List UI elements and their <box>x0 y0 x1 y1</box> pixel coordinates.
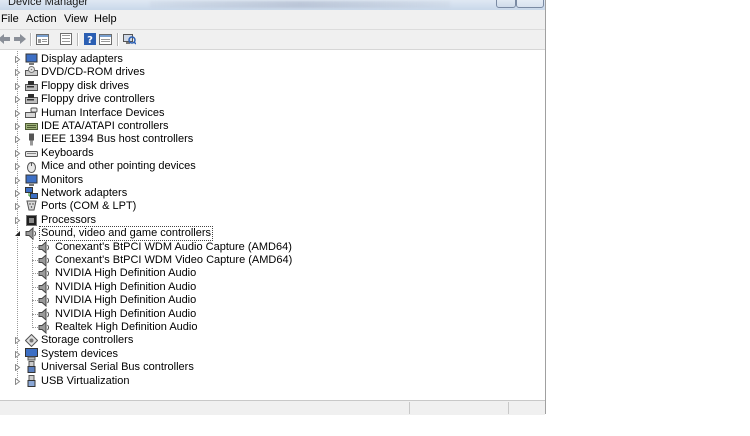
scan-hardware-icon[interactable] <box>122 32 137 46</box>
toolbar: ? <box>0 30 545 50</box>
processor-icon <box>25 214 38 227</box>
tree-item-label: Floppy drive controllers <box>41 93 155 106</box>
maximize-button[interactable] <box>496 0 516 8</box>
firewire-icon <box>25 133 38 146</box>
expand-arrow-icon[interactable] <box>14 109 21 117</box>
tree-child-label: NVIDIA High Definition Audio <box>55 267 197 280</box>
tree-item-label: Mice and other pointing devices <box>41 160 196 173</box>
expand-arrow-icon[interactable] <box>14 123 21 130</box>
tree-item-label: Ports (COM & LPT) <box>41 200 137 213</box>
tree-item-label: DVD/CD-ROM drives <box>41 66 145 79</box>
tree-item-label: Human Interface Devices <box>41 106 165 119</box>
status-segment <box>409 402 508 414</box>
device-tree: Display adapters DVD/CD-ROM drives Floppy … <box>0 50 545 398</box>
tree-child-label: NVIDIA High Definition Audio <box>55 280 197 293</box>
expand-arrow-icon[interactable] <box>14 350 21 358</box>
monitor-icon <box>25 53 38 66</box>
expand-arrow-icon[interactable] <box>14 364 21 372</box>
back-icon[interactable] <box>0 32 11 46</box>
tree-item-label: IEEE 1394 Bus host controllers <box>41 133 194 146</box>
port-icon <box>25 200 38 213</box>
hid-icon <box>25 107 38 120</box>
status-segment <box>508 402 545 414</box>
floppy-controller-icon <box>25 93 38 106</box>
speaker-icon <box>38 280 51 294</box>
storage-controller-icon <box>24 334 39 348</box>
toolbar-separator <box>77 33 79 46</box>
device-manager-window: Device Manager File Action View Help ? D… <box>0 0 546 415</box>
help-icon[interactable]: ? <box>82 32 97 46</box>
expand-arrow-icon[interactable] <box>14 337 21 345</box>
tree-item-label: IDE ATA/ATAPI controllers <box>41 120 169 132</box>
expand-arrow-icon[interactable] <box>14 56 21 63</box>
tree-item-label: USB Virtualization <box>41 374 130 387</box>
ide-controller-icon <box>25 120 38 133</box>
status-bar <box>0 400 545 415</box>
expand-arrow-icon[interactable] <box>14 96 21 104</box>
system-device-icon <box>25 347 38 361</box>
tree-connector <box>32 236 33 329</box>
expand-arrow-icon[interactable] <box>14 149 21 157</box>
tree-child-label: NVIDIA High Definition Audio <box>55 307 197 320</box>
speaker-icon <box>38 240 51 254</box>
monitor-icon <box>25 174 38 187</box>
mouse-icon <box>25 160 38 174</box>
tree-item-label: Floppy disk drives <box>41 79 130 92</box>
usb-icon <box>25 361 38 374</box>
expand-arrow-icon[interactable] <box>14 69 21 77</box>
tree-child-label: NVIDIA High Definition Audio <box>55 294 197 307</box>
tree-item-label: Monitors <box>41 173 84 186</box>
speaker-icon <box>38 307 51 321</box>
menu-bar: File Action View Help <box>0 10 545 30</box>
expand-arrow-icon[interactable] <box>14 176 21 184</box>
expand-arrow-icon[interactable] <box>14 216 21 224</box>
tree-child-label: Realtek High Definition Audio <box>55 321 198 333</box>
close-button[interactable] <box>516 0 544 8</box>
tree-item-label: System devices <box>41 347 119 360</box>
tree-item-label: Storage controllers <box>41 334 134 347</box>
tree-child-label: Conexant's BtPCI WDM Audio Capture (AMD6… <box>55 240 292 253</box>
show-hide-icon[interactable] <box>98 32 113 46</box>
svg-text:?: ? <box>87 35 93 45</box>
speaker-icon <box>38 253 51 268</box>
keyboard-icon <box>25 147 38 160</box>
expand-arrow-icon[interactable] <box>14 377 21 385</box>
menu-view[interactable]: View <box>64 13 88 25</box>
tree-item-label: Processors <box>41 213 97 226</box>
speaker-icon <box>38 267 51 281</box>
tree-item-label: Sound, video and game controllers <box>39 226 213 242</box>
window-title: Device Manager <box>8 0 89 8</box>
tree-child-label: Conexant's BtPCI WDM Video Capture (AMD6… <box>55 254 293 266</box>
expand-arrow-icon[interactable] <box>14 203 21 211</box>
tree-item-label: Universal Serial Bus controllers <box>41 361 194 374</box>
expand-arrow-icon[interactable] <box>14 82 21 90</box>
tree-item-label: Keyboards <box>41 146 94 159</box>
collapse-arrow-icon[interactable] <box>14 230 21 237</box>
title-blur <box>150 1 450 8</box>
expand-arrow-icon[interactable] <box>14 136 21 144</box>
menu-help[interactable]: Help <box>94 13 117 25</box>
menu-file[interactable]: File <box>1 13 19 25</box>
title-bar: Device Manager <box>0 0 545 10</box>
network-adapter-icon <box>25 187 38 200</box>
console-tree-icon[interactable] <box>58 32 73 46</box>
properties-view-icon[interactable] <box>35 32 50 46</box>
floppy-disk-icon <box>25 80 38 93</box>
tree-item-label: Network adapters <box>41 187 128 199</box>
toolbar-separator <box>117 33 119 46</box>
tree-item-label: Display adapters <box>41 53 123 65</box>
dvd-drive-icon <box>25 66 38 79</box>
expand-arrow-icon[interactable] <box>14 190 21 197</box>
menu-action[interactable]: Action <box>26 13 57 25</box>
forward-icon[interactable] <box>12 32 27 46</box>
toolbar-separator <box>30 33 32 46</box>
speaker-icon <box>38 320 51 335</box>
speaker-icon <box>38 294 51 308</box>
usb-virtualization-icon <box>25 374 38 388</box>
expand-arrow-icon[interactable] <box>14 163 21 171</box>
